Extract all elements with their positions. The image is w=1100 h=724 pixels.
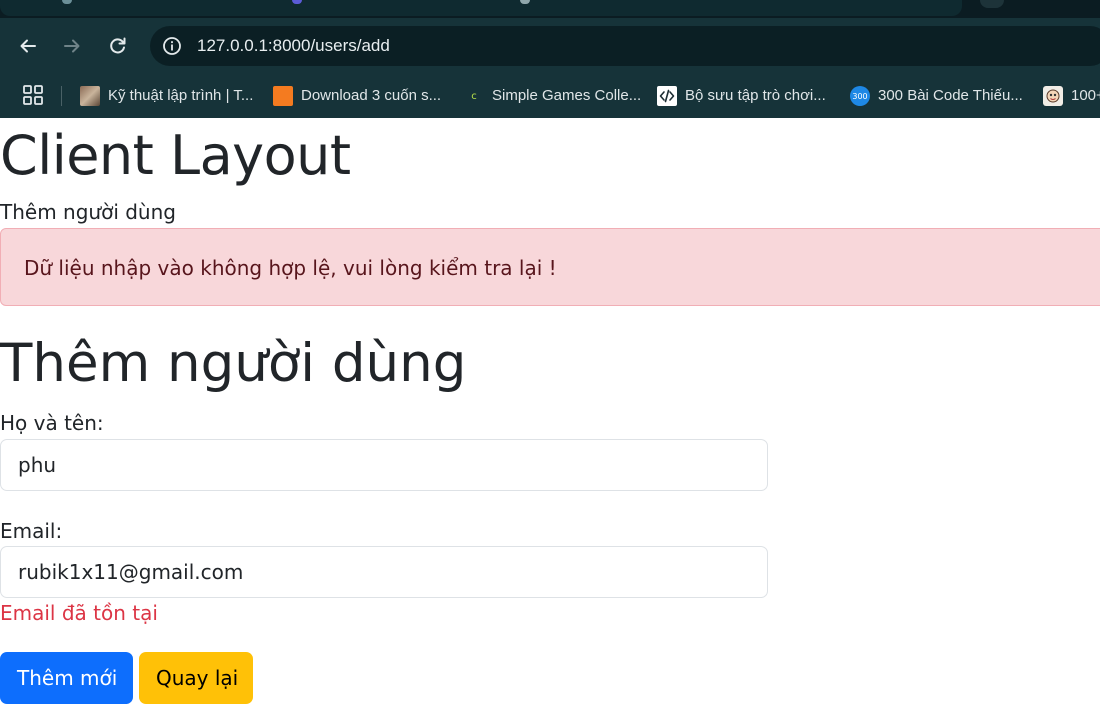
site-info-icon[interactable] [162,36,182,56]
email-error: Email đã tồn tại [0,601,158,625]
bookmark-item[interactable]: 300 300 Bài Code Thiếu... [850,82,1023,110]
cartoon-face-icon [1043,86,1063,106]
browser-tab-strip [0,0,1100,18]
address-url[interactable]: 127.0.0.1:8000/users/add [197,36,390,56]
bookmark-item[interactable]: Bộ sưu tập trò chơi... [657,82,826,110]
address-bar[interactable]: 127.0.0.1:8000/users/add [150,26,1100,66]
bookmark-label: 300 Bài Code Thiếu... [878,87,1023,104]
browser-tab[interactable] [0,0,962,16]
form-title: Thêm người dùng [0,333,467,394]
orange-site-icon [273,86,293,106]
reload-button[interactable] [104,32,132,60]
bookmark-item[interactable]: 100+ [1043,82,1100,110]
app-title: Client Layout [0,124,351,187]
arrow-right-icon [64,39,80,53]
error-alert: Dữ liệu nhập vào không hợp lệ, vui lòng … [0,228,1100,306]
bookmarks-separator [61,86,62,106]
apps-grid-icon[interactable] [22,84,44,106]
reload-icon [110,37,126,54]
name-label: Họ và tên: [0,411,104,435]
bookmark-label: 100+ [1071,87,1100,104]
photo-avatar-icon [80,86,100,106]
page-content: Client Layout Thêm người dùng Dữ liệu nh… [0,118,1100,724]
new-tab-button[interactable] [980,0,1004,8]
bookmark-label: Bộ sưu tập trò chơi... [685,87,826,104]
bookmark-item[interactable]: Download 3 cuốn s... [273,82,441,110]
alert-message: Dữ liệu nhập vào không hợp lệ, vui lòng … [24,256,557,280]
email-input[interactable] [0,546,768,598]
page-subtitle: Thêm người dùng [0,200,176,224]
email-label: Email: [0,519,63,543]
bookmark-item[interactable]: c Simple Games Colle... [464,82,641,110]
bookmark-label: Download 3 cuốn s... [301,87,442,104]
c-letter-icon: c [471,90,477,102]
bookmark-label: Simple Games Colle... [492,87,642,104]
add-new-button[interactable]: Thêm mới [0,652,133,704]
badge-300-icon: 300 [850,86,870,106]
bookmark-label: Kỹ thuật lập trình | T... [108,87,254,104]
browser-toolbar: 127.0.0.1:8000/users/add [0,18,1100,74]
name-input[interactable] [0,439,768,491]
forward-button[interactable] [58,32,86,60]
bookmarks-bar: Kỹ thuật lập trình | T... Download 3 cuố… [0,74,1100,118]
arrow-left-icon [20,39,36,53]
back-button[interactable] [14,32,42,60]
code-tag-icon [657,86,677,106]
back-button-page[interactable]: Quay lại [139,652,253,704]
bookmark-item[interactable]: Kỹ thuật lập trình | T... [80,82,253,110]
